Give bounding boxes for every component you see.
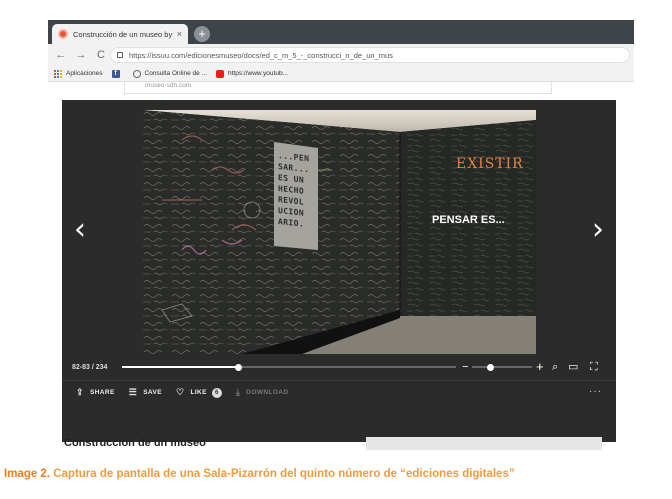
like-label: LIKE xyxy=(190,389,207,396)
save-icon: ☰ xyxy=(128,387,138,397)
tab-strip: Construcción de un museo by Ed × + xyxy=(48,20,634,44)
like-count-badge: 6 xyxy=(211,387,222,398)
bookmark-facebook[interactable]: f xyxy=(111,69,124,78)
globe-icon xyxy=(132,69,141,78)
action-bar: ⇪ SHARE ☰ SAVE ♡ LIKE 6 ⤓ DOWNLOAD ··· xyxy=(62,380,616,404)
download-label: DOWNLOAD xyxy=(246,389,289,396)
bookmark-label: Consulta Online de ... xyxy=(144,70,208,77)
bookmark-youtube[interactable]: https://www.youtub... xyxy=(216,69,288,78)
progress-knob[interactable] xyxy=(235,363,243,371)
apps-grid-icon xyxy=(54,69,62,78)
page-progress-slider[interactable] xyxy=(122,363,456,371)
zoom-slider[interactable] xyxy=(472,363,532,371)
tab-active[interactable]: Construcción de un museo by Ed × xyxy=(52,24,188,44)
viewer-controls: 82-83 / 234 − + ⌕ ▭ ⛶ xyxy=(62,358,616,376)
bookmark-apps[interactable]: Aplicaciones xyxy=(54,69,103,78)
fit-screen-icon[interactable]: ▭ xyxy=(568,360,578,374)
issuu-favicon-icon xyxy=(58,29,68,39)
bookmark-label: Aplicaciones xyxy=(66,70,103,77)
zoom-knob[interactable] xyxy=(486,363,494,371)
bookmarks-bar: Aplicaciones f Consulta Online de ... ht… xyxy=(48,66,634,82)
download-icon: ⤓ xyxy=(235,387,241,397)
issuu-page: museo-sdh.com ‹ ...PEN SAR... ES UN HECH… xyxy=(48,82,634,450)
more-options-icon[interactable]: ··· xyxy=(589,386,602,397)
zoom-in-icon[interactable]: + xyxy=(536,360,544,374)
share-button[interactable]: ⇪ SHARE xyxy=(76,387,115,398)
page-overlay-title: PENSAR ES... xyxy=(432,214,505,226)
bookmark-label: https://www.youtub... xyxy=(228,70,288,77)
url-text: https://issuu.com/edicionesmuseo/docs/ed… xyxy=(129,50,393,60)
next-page-button[interactable]: › xyxy=(586,210,610,250)
reload-button[interactable]: C xyxy=(94,48,108,62)
new-tab-button[interactable]: + xyxy=(194,26,210,42)
address-bar[interactable]: https://issuu.com/edicionesmuseo/docs/ed… xyxy=(110,47,630,63)
progress-fill xyxy=(122,366,239,368)
heart-icon: ♡ xyxy=(176,387,185,397)
bookmark-consulta[interactable]: Consulta Online de ... xyxy=(132,69,208,78)
caption-label: Image 2. xyxy=(4,468,51,480)
page-spread[interactable]: ...PEN SAR... ES UN HECHO REVOL UCION AR… xyxy=(142,110,536,354)
share-icon: ⇪ xyxy=(76,387,84,397)
facebook-icon: f xyxy=(111,69,120,78)
save-label: SAVE xyxy=(143,389,163,396)
plaque-text: ...PEN SAR... ES UN HECHO REVOL UCION AR… xyxy=(278,150,316,231)
tab-close-icon[interactable]: × xyxy=(177,29,182,39)
lock-icon xyxy=(117,52,123,58)
sidebar-placeholder xyxy=(366,437,602,450)
youtube-icon xyxy=(216,69,225,78)
search-icon[interactable]: ⌕ xyxy=(552,360,558,374)
zoom-out-icon[interactable]: − xyxy=(462,360,468,374)
chalkboard-room-photo xyxy=(142,110,536,354)
page-counter: 82-83 / 234 xyxy=(72,363,108,371)
wall-chalk-text: EXISTIR xyxy=(456,156,524,172)
figure-caption: Image 2. Captura de pantalla de una Sala… xyxy=(4,468,668,480)
like-button[interactable]: ♡ LIKE 6 xyxy=(176,387,222,398)
forward-button[interactable]: → xyxy=(74,48,88,62)
download-button[interactable]: ⤓ DOWNLOAD xyxy=(236,387,289,398)
tab-title: Construcción de un museo by Ed xyxy=(73,29,173,39)
document-title: Construcción de un museo xyxy=(64,437,206,449)
share-label: SHARE xyxy=(89,389,115,396)
save-button[interactable]: ☰ SAVE xyxy=(129,387,162,398)
top-card-text: museo-sdh.com xyxy=(145,82,192,89)
browser-toolbar: ← → C https://issuu.com/edicionesmuseo/d… xyxy=(48,44,634,66)
fullscreen-icon[interactable]: ⛶ xyxy=(590,360,598,374)
back-button[interactable]: ← xyxy=(54,48,68,62)
browser-window: Construcción de un museo by Ed × + ← → C… xyxy=(48,20,634,450)
previous-page-button[interactable]: ‹ xyxy=(68,210,92,250)
document-viewer: ‹ ...PEN SAR... ES UN HECHO REVOL UCION … xyxy=(62,100,616,442)
top-card: museo-sdh.com xyxy=(124,82,552,94)
caption-text: Captura de pantalla de una Sala-Pizarrón… xyxy=(50,468,515,480)
